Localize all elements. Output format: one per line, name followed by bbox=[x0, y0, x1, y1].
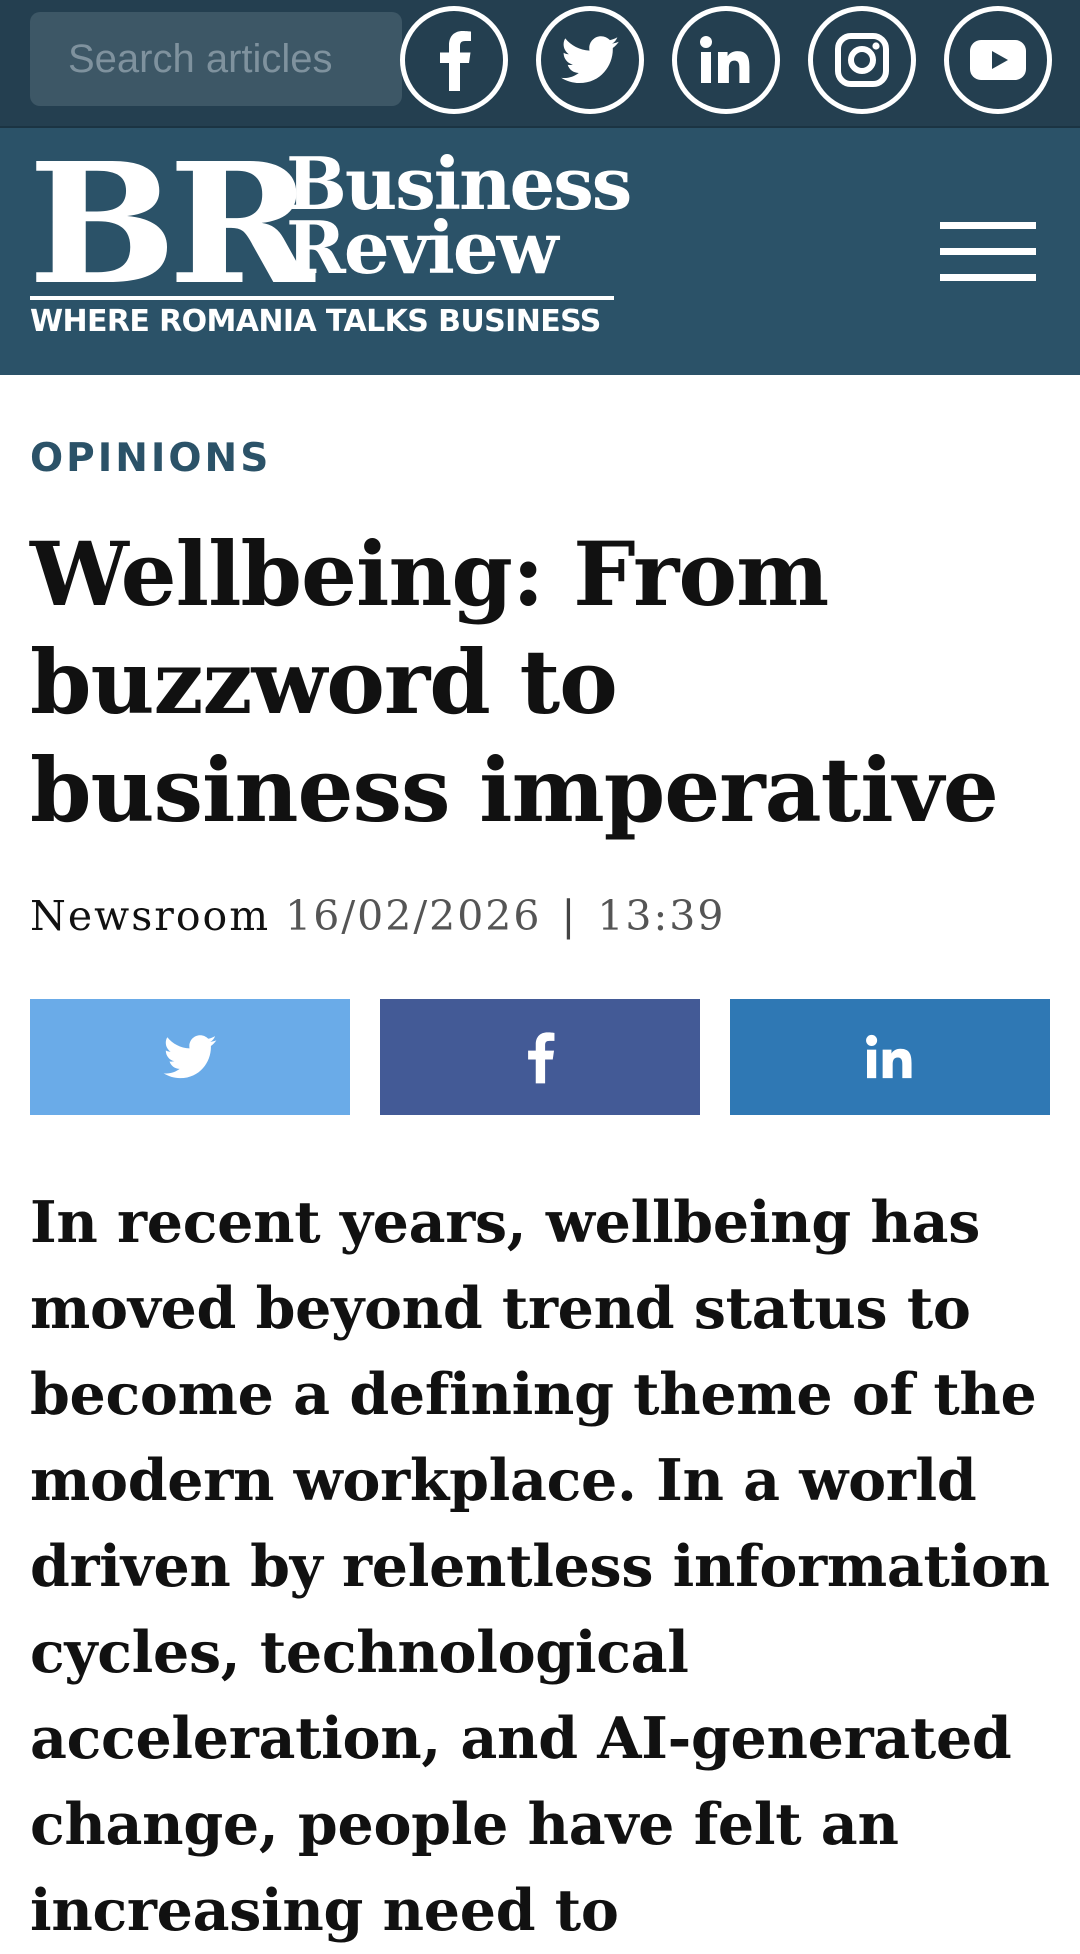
logo-wordmark[interactable]: Business Review bbox=[286, 148, 632, 284]
article-date: 16/02/2026 bbox=[285, 892, 542, 940]
top-bar bbox=[0, 0, 1080, 128]
share-twitter-button[interactable] bbox=[30, 999, 350, 1115]
hamburger-menu-button[interactable] bbox=[940, 218, 1036, 284]
facebook-social-link[interactable] bbox=[400, 6, 508, 114]
menu-bar-middle bbox=[940, 248, 1036, 255]
facebook-icon bbox=[440, 31, 471, 91]
share-facebook-button[interactable] bbox=[380, 999, 700, 1115]
meta-separator: | bbox=[561, 892, 578, 940]
share-linkedin-button[interactable] bbox=[730, 999, 1050, 1115]
linkedin-icon bbox=[866, 1034, 912, 1079]
hamburger-menu-icon bbox=[940, 222, 1036, 229]
twitter-icon bbox=[163, 1035, 217, 1079]
twitter-social-link[interactable] bbox=[536, 6, 644, 114]
article-meta: Newsroom 16/02/2026 | 13:39 bbox=[30, 892, 725, 940]
logo-monogram[interactable]: BR bbox=[28, 142, 314, 308]
article-category-link[interactable]: OPINIONS bbox=[30, 436, 271, 481]
facebook-icon bbox=[528, 1032, 555, 1084]
article-author[interactable]: Newsroom bbox=[30, 892, 270, 940]
search-input[interactable] bbox=[30, 12, 402, 106]
article-body: In recent years, wellbeing has moved bey… bbox=[30, 1189, 1050, 1944]
linkedin-social-link[interactable] bbox=[672, 6, 780, 114]
youtube-icon bbox=[970, 40, 1026, 80]
article-title: Wellbeing: From buzzword to business imp… bbox=[30, 522, 999, 842]
youtube-social-link[interactable] bbox=[944, 6, 1052, 114]
twitter-icon bbox=[561, 36, 619, 84]
menu-bar-bottom bbox=[940, 274, 1036, 281]
logo-divider bbox=[30, 296, 614, 300]
instagram-icon bbox=[835, 33, 889, 87]
linkedin-icon bbox=[700, 36, 750, 83]
logo-tagline: WHERE ROMANIA TALKS BUSINESS bbox=[30, 304, 601, 339]
article-time: 13:39 bbox=[597, 892, 726, 940]
instagram-social-link[interactable] bbox=[808, 6, 916, 114]
